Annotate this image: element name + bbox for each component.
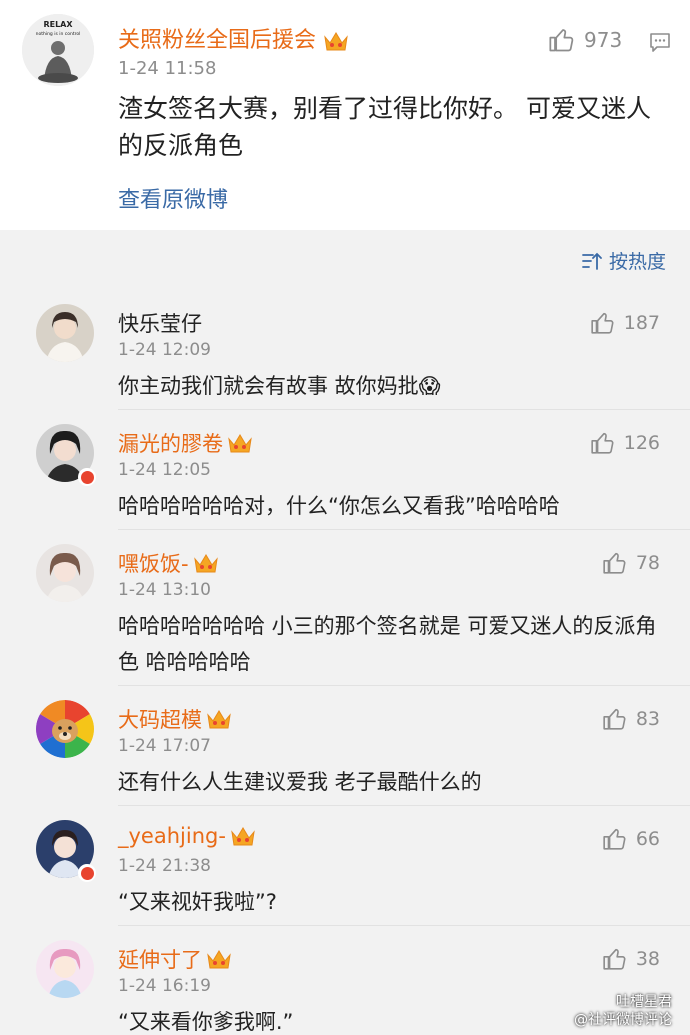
- comment-time: 1-24 21:38: [118, 856, 211, 876]
- comment-time: 1-24 12:09: [118, 340, 211, 360]
- user-avatar-icon: [36, 940, 94, 998]
- user-avatar-icon: [36, 304, 94, 362]
- comment-like-count: 83: [635, 708, 660, 730]
- sort-icon: [582, 252, 602, 270]
- comment-username-text: 大码超模: [118, 708, 202, 732]
- thumbs-up-icon: [591, 312, 614, 334]
- comment-text: 哈哈哈哈哈哈对，什么“你怎么又看我”哈哈哈哈: [118, 494, 560, 518]
- comment-item: 漏光的膠卷 1-24 12:05 哈哈哈哈哈哈对，什么“你怎么又看我”哈哈哈哈 …: [0, 410, 690, 530]
- comment-username-text: 快乐莹仔: [118, 312, 202, 336]
- comment-username[interactable]: 漏光的膠卷: [118, 428, 253, 458]
- vip-crown-icon: [207, 710, 231, 729]
- view-original-link[interactable]: 查看原微博: [118, 182, 228, 214]
- comment-text: 哈哈哈哈哈哈哈 小三的那个签名就是 可爱又迷人的反派角色 哈哈哈哈哈: [118, 614, 657, 674]
- verified-badge-icon: [78, 864, 96, 882]
- thumbs-up-icon: [603, 552, 626, 574]
- vip-crown-icon: [228, 434, 252, 453]
- comment-like-button[interactable]: 126: [590, 430, 660, 456]
- avatar[interactable]: [36, 700, 94, 758]
- watermark-line-2: @社评微博评论: [574, 1012, 672, 1028]
- comment-time: 1-24 17:07: [118, 736, 211, 756]
- comment-time: 1-24 13:10: [118, 580, 211, 600]
- comment-username-text: 嘿饭饭-: [118, 552, 189, 576]
- comment-username[interactable]: 大码超模: [118, 704, 232, 734]
- post-like-button[interactable]: 973: [548, 26, 622, 54]
- comment-username-text: 延伸寸了: [118, 948, 202, 972]
- comment-like-button[interactable]: 78: [602, 550, 660, 576]
- comment-text: “又来视奸我啦”?: [118, 890, 277, 914]
- thumbs-up-icon: [603, 708, 626, 730]
- avatar[interactable]: [36, 940, 94, 998]
- vip-crown-icon: [193, 554, 218, 573]
- sort-bar: 按热度: [0, 230, 690, 290]
- user-avatar-icon: [36, 544, 94, 602]
- post-like-count: 973: [584, 28, 623, 52]
- comment-item: 快乐莹仔 1-24 12:09 你主动我们就会有故事 故你妈批😱 187: [0, 290, 690, 410]
- comment-like-count: 187: [623, 312, 660, 334]
- watermark: 吐槽星君 @社评微博评论: [574, 993, 672, 1029]
- comment-like-button[interactable]: 83: [602, 706, 660, 732]
- comment-text: 你主动我们就会有故事 故你妈批😱: [118, 374, 441, 398]
- thumbs-up-icon: [603, 948, 626, 970]
- comment-like-button[interactable]: 66: [602, 826, 660, 852]
- comment-username[interactable]: 快乐莹仔: [118, 308, 202, 338]
- comment-username[interactable]: 延伸寸了: [118, 944, 232, 974]
- avatar-text-relax: RELAX: [43, 20, 73, 29]
- thumbs-up-icon: [549, 29, 574, 52]
- comment-time: 1-24 12:05: [118, 460, 211, 480]
- buddha-avatar-icon: RELAX nothing is in control: [22, 14, 94, 86]
- avatar[interactable]: [36, 544, 94, 602]
- watermark-line-1: 吐槽星君: [616, 994, 672, 1010]
- comment-time: 1-24 16:19: [118, 976, 211, 996]
- comment-text: 还有什么人生建议爱我 老子最酷什么的: [118, 770, 482, 794]
- thumbs-up-icon: [603, 828, 626, 850]
- comment-icon: [650, 33, 670, 52]
- comment-item: 嘿饭饭- 1-24 13:10 哈哈哈哈哈哈哈 小三的那个签名就是 可爱又迷人的…: [0, 530, 690, 686]
- comment-like-button[interactable]: 38: [602, 946, 660, 972]
- comment-like-count: 78: [635, 552, 660, 574]
- comment-item: _yeahjing- 1-24 21:38 “又来视奸我啦”? 66: [0, 806, 690, 926]
- comment-like-count: 38: [635, 948, 660, 970]
- comment-username-text: _yeahjing-: [118, 824, 226, 848]
- vip-crown-icon: [324, 32, 348, 51]
- comment-username[interactable]: 嘿饭饭-: [118, 548, 219, 578]
- comment-username[interactable]: _yeahjing-: [118, 824, 256, 848]
- thumbs-up-icon: [591, 432, 614, 454]
- sort-by-hot-button[interactable]: 按热度: [581, 247, 666, 274]
- post-username-text: 关照粉丝全国后援会: [118, 28, 317, 53]
- avatar[interactable]: [36, 304, 94, 362]
- vip-crown-icon: [207, 950, 231, 969]
- comment-like-count: 126: [623, 432, 660, 454]
- post-content: 渣女签名大赛，别看了过得比你好。 可爱又迷人的反派角色: [118, 94, 651, 160]
- vip-crown-icon: [231, 827, 255, 846]
- comment-list: 快乐莹仔 1-24 12:09 你主动我们就会有故事 故你妈批😱 187 漏光的…: [0, 290, 690, 1035]
- comment-like-button[interactable]: 187: [590, 310, 660, 336]
- sort-label: 按热度: [608, 251, 666, 273]
- avatar-text-subtitle: nothing is in control: [36, 31, 81, 37]
- post-username[interactable]: 关照粉丝全国后援会: [118, 22, 349, 54]
- comment-button[interactable]: [648, 30, 672, 58]
- verified-badge-icon: [78, 468, 96, 486]
- comment-username-text: 漏光的膠卷: [118, 432, 223, 456]
- comment-like-count: 66: [635, 828, 660, 850]
- post-time: 1-24 11:58: [118, 58, 217, 79]
- comment-item: 大码超模 1-24 17:07 还有什么人生建议爱我 老子最酷什么的 83: [0, 686, 690, 806]
- dog-avatar-icon: [36, 700, 94, 758]
- avatar[interactable]: RELAX nothing is in control: [22, 14, 94, 86]
- original-post: RELAX nothing is in control 关照粉丝全国后援会 1-…: [0, 0, 690, 230]
